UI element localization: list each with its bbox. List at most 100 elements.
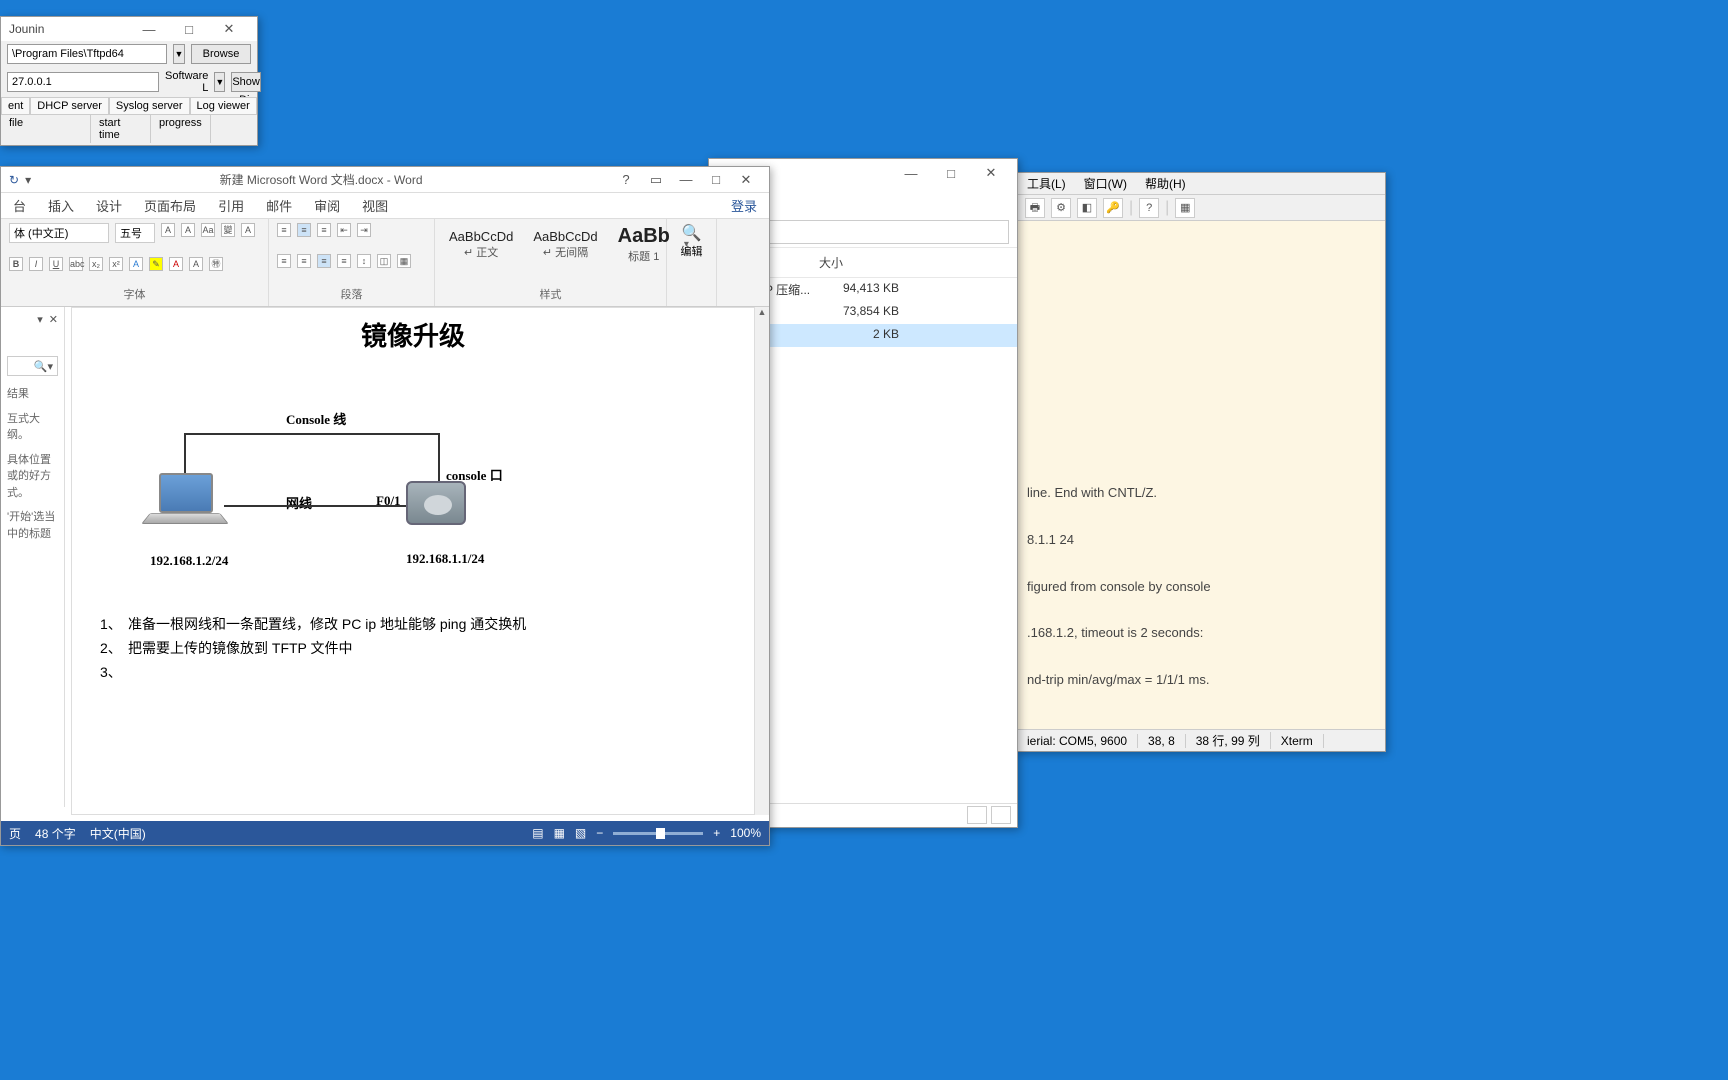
word-titlebar[interactable]: ↻ ▾ 新建 Microsoft Word 文档.docx - Word ? ▭… xyxy=(1,167,769,193)
ribbon-toggle-icon[interactable]: ▭ xyxy=(641,172,671,188)
col-size[interactable]: 大小 xyxy=(809,248,853,277)
text-effects-icon[interactable]: A xyxy=(129,257,143,271)
col-starttime[interactable]: start time xyxy=(91,115,151,143)
zoom-in-icon[interactable]: + xyxy=(713,826,720,840)
tab-references[interactable]: 引用 xyxy=(218,196,244,215)
close-button[interactable]: ✕ xyxy=(971,165,1011,181)
line-spacing-icon[interactable]: ↕ xyxy=(357,254,371,268)
help-icon[interactable]: ? xyxy=(611,172,641,187)
read-mode-icon[interactable]: ▤ xyxy=(532,826,543,840)
search-input[interactable]: 🔍▾ xyxy=(7,356,58,376)
col-progress[interactable]: progress xyxy=(151,115,211,143)
nav-results[interactable]: 结果 xyxy=(7,386,58,403)
tab-dhcp[interactable]: DHCP server xyxy=(30,97,109,114)
zoom-out-icon[interactable]: − xyxy=(596,826,603,840)
underline-icon[interactable]: U xyxy=(49,257,63,271)
key-icon[interactable]: 🔑 xyxy=(1103,198,1123,218)
ip-dropdown-icon[interactable]: ▼ xyxy=(214,72,225,92)
align-right-icon[interactable]: ≡ xyxy=(317,254,331,268)
style-nospacing[interactable]: AaBbCcDd ↵ 无间隔 xyxy=(527,227,603,262)
bullets-icon[interactable]: ≡ xyxy=(277,223,291,237)
indent-left-icon[interactable]: ⇤ xyxy=(337,223,351,237)
font-name-input[interactable]: 体 (中文正) xyxy=(9,223,109,243)
status-page[interactable]: 页 xyxy=(9,825,21,842)
maximize-button[interactable]: □ xyxy=(701,172,731,187)
menu-help[interactable]: 帮助(H) xyxy=(1145,175,1186,192)
numbering-icon[interactable]: ≡ xyxy=(297,223,311,237)
multilevel-icon[interactable]: ≡ xyxy=(317,223,331,237)
menu-tools[interactable]: 工具(L) xyxy=(1027,175,1066,192)
status-lang[interactable]: 中文(中国) xyxy=(90,825,146,842)
tab-logviewer[interactable]: Log viewer xyxy=(190,97,257,114)
col-file[interactable]: file xyxy=(1,115,91,143)
enclose-char-icon[interactable]: ㊕ xyxy=(209,257,223,271)
scroll-up-icon[interactable]: ▲ xyxy=(755,307,769,321)
grow-font-icon[interactable]: A xyxy=(161,223,175,237)
align-center-icon[interactable]: ≡ xyxy=(297,254,311,268)
highlight-icon[interactable]: ✎ xyxy=(149,257,163,271)
find-icon[interactable]: 🔍 xyxy=(675,223,708,243)
align-left-icon[interactable]: ≡ xyxy=(277,254,291,268)
large-icons-view-icon[interactable] xyxy=(991,806,1011,824)
zoom-slider[interactable] xyxy=(613,832,703,835)
minimize-button[interactable]: — xyxy=(129,22,169,37)
char-border-icon[interactable]: A xyxy=(241,223,255,237)
browse-button[interactable]: Browse xyxy=(191,44,251,64)
shading-icon[interactable]: ◫ xyxy=(377,254,391,268)
style-normal[interactable]: AaBbCcDd ↵ 正文 xyxy=(443,227,519,262)
vertical-scrollbar[interactable]: ▲ xyxy=(755,307,769,815)
shrink-font-icon[interactable]: A xyxy=(181,223,195,237)
char-shading-icon[interactable]: A xyxy=(189,257,203,271)
minimize-button[interactable]: — xyxy=(891,166,931,181)
minimize-button[interactable]: — xyxy=(671,172,701,187)
sidebar-close-icon[interactable]: ✕ xyxy=(49,313,58,326)
justify-icon[interactable]: ≡ xyxy=(337,254,351,268)
tab-review[interactable]: 审阅 xyxy=(314,196,340,215)
help-icon[interactable]: ? xyxy=(1139,198,1159,218)
phonetic-icon[interactable]: 變 xyxy=(221,223,235,237)
close-button[interactable]: ✕ xyxy=(209,21,249,37)
borders-icon[interactable]: ▦ xyxy=(397,254,411,268)
font-size-input[interactable]: 五号 xyxy=(115,223,155,243)
refresh-icon[interactable]: ↻ xyxy=(9,173,19,187)
details-view-icon[interactable] xyxy=(967,806,987,824)
change-case-icon[interactable]: Aa xyxy=(201,223,215,237)
menu-window[interactable]: 窗口(W) xyxy=(1084,175,1127,192)
tab-syslog[interactable]: Syslog server xyxy=(109,97,190,114)
strike-icon[interactable]: abc xyxy=(69,257,83,271)
login-link[interactable]: 登录 xyxy=(731,196,757,215)
print-layout-icon[interactable]: ▦ xyxy=(554,826,565,840)
tab-mailings[interactable]: 邮件 xyxy=(266,196,292,215)
bold-icon[interactable]: B xyxy=(9,257,23,271)
web-layout-icon[interactable]: ▧ xyxy=(575,826,586,840)
path-dropdown-icon[interactable]: ▼ xyxy=(173,44,185,64)
maximize-button[interactable]: □ xyxy=(931,166,971,181)
grid-icon[interactable]: ▦ xyxy=(1175,198,1195,218)
tool-icon[interactable]: ◧ xyxy=(1077,198,1097,218)
tftpd-titlebar[interactable]: Jounin — □ ✕ xyxy=(1,17,257,41)
indent-right-icon[interactable]: ⇥ xyxy=(357,223,371,237)
superscript-icon[interactable]: x² xyxy=(109,257,123,271)
step-text: 准备一根网线和一条配置线，修改 PC ip 地址能够 ping 通交换机 xyxy=(128,613,526,637)
tab-home[interactable]: 台 xyxy=(13,196,26,215)
tab-design[interactable]: 设计 xyxy=(96,196,122,215)
zoom-level[interactable]: 100% xyxy=(730,826,761,840)
italic-icon[interactable]: I xyxy=(29,257,43,271)
terminal-output[interactable]: line. End with CNTL/Z. 8.1.1 24 figured … xyxy=(1017,221,1385,701)
tab-view[interactable]: 视图 xyxy=(362,196,388,215)
tab-layout[interactable]: 页面布局 xyxy=(144,196,196,215)
print-icon[interactable]: 🖶 xyxy=(1025,198,1045,218)
tftpd-path-input[interactable] xyxy=(7,44,167,64)
gear-icon[interactable]: ⚙ xyxy=(1051,198,1071,218)
tab-client[interactable]: ent xyxy=(1,97,30,114)
close-button[interactable]: ✕ xyxy=(731,172,761,188)
showdir-button[interactable]: Show Dir xyxy=(231,72,261,92)
status-wordcount[interactable]: 48 个字 xyxy=(35,825,76,842)
tftpd-ip-input[interactable] xyxy=(7,72,159,92)
document-area[interactable]: 镜像升级 Console 线 网线 F0/1 console 口 192.168… xyxy=(71,307,755,815)
maximize-button[interactable]: □ xyxy=(169,22,209,37)
sidebar-dropdown-icon[interactable]: ▾ xyxy=(37,313,43,326)
tab-insert[interactable]: 插入 xyxy=(48,196,74,215)
font-color-icon[interactable]: A xyxy=(169,257,183,271)
subscript-icon[interactable]: x₂ xyxy=(89,257,103,271)
